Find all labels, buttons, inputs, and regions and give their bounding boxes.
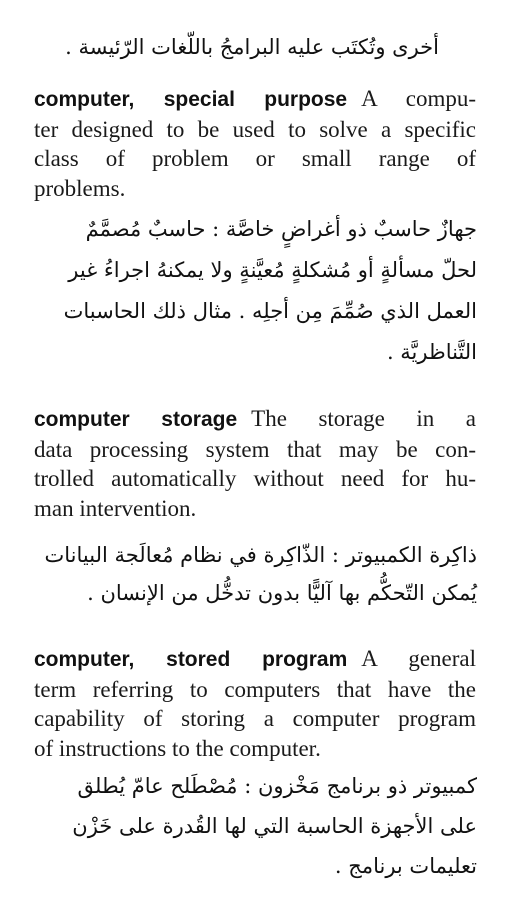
arabic-translation-line: ذاكِرة الكمبيوتر : الذّاكِرة في نظام مُع… bbox=[44, 543, 478, 567]
arabic-translation-line: يُمكن التّحكُّم بها آليًّا بدون تدخُّل م… bbox=[87, 581, 477, 605]
definition-line: computer storage The storage in a bbox=[34, 404, 476, 435]
arabic-translation-line: لحلّ مسألةٍ أو مُشكلةٍ مُعيَّنةٍ ولا يمك… bbox=[68, 258, 477, 282]
definition-line: ter designed to be used to solve a speci… bbox=[34, 116, 476, 142]
arabic-translation-line: جهازٌ حاسبٌ ذو أغراضٍ خاصَّة : حاسبٌ مُص… bbox=[85, 217, 477, 241]
entry-term: computer, stored program bbox=[34, 648, 348, 671]
arabic-translation-line: التَّناظريَّة . bbox=[386, 340, 477, 364]
definition-line: trolled automatically without need for h… bbox=[34, 466, 476, 491]
definition-line: computer, stored program A general bbox=[34, 644, 476, 675]
entry-term: computer, special purpose bbox=[34, 88, 348, 111]
definition-line: man intervention. bbox=[34, 495, 197, 521]
definition-line: capability of storing a computer program bbox=[34, 706, 476, 731]
arabic-translation-line: تعليمات برنامج . bbox=[334, 854, 477, 878]
definition-text: A compu- bbox=[361, 86, 476, 111]
definition-line: data processing system that may be con- bbox=[34, 436, 476, 462]
arabic-translation-line: على الأجهزة الحاسبة التي لها القُدرة على… bbox=[72, 814, 477, 838]
definition-text: A general bbox=[361, 646, 476, 671]
definition-line: term referring to computers that have th… bbox=[34, 676, 476, 702]
definition-line: problems. bbox=[34, 175, 126, 201]
arabic-translation-line: كمبيوتر ذو برنامج مَخْزون : مُصْطَلح عام… bbox=[77, 774, 477, 798]
definition-text: The storage in a bbox=[251, 406, 476, 431]
entry-definition: computer storage The storage in a data pr… bbox=[34, 404, 476, 523]
entry-term: computer storage bbox=[34, 408, 238, 431]
carryover-arabic-text: أخرى وتُكتَب عليه البرامجُ باللّغات الرّ… bbox=[65, 35, 439, 59]
definition-line: of instructions to the computer. bbox=[34, 735, 321, 761]
arabic-translation-line: العمل الذي صُمِّمَ مِن أجلِه . مثال ذلك … bbox=[63, 299, 477, 323]
definition-line: class of problem or small range of bbox=[34, 146, 476, 171]
entry-definition: computer, special purpose A compu- ter de… bbox=[34, 84, 476, 203]
dictionary-page: أخرى وتُكتَب عليه البرامجُ باللّغات الرّ… bbox=[0, 0, 511, 900]
entry-definition: computer, stored program A general term r… bbox=[34, 644, 476, 763]
definition-line: computer, special purpose A compu- bbox=[34, 84, 476, 115]
